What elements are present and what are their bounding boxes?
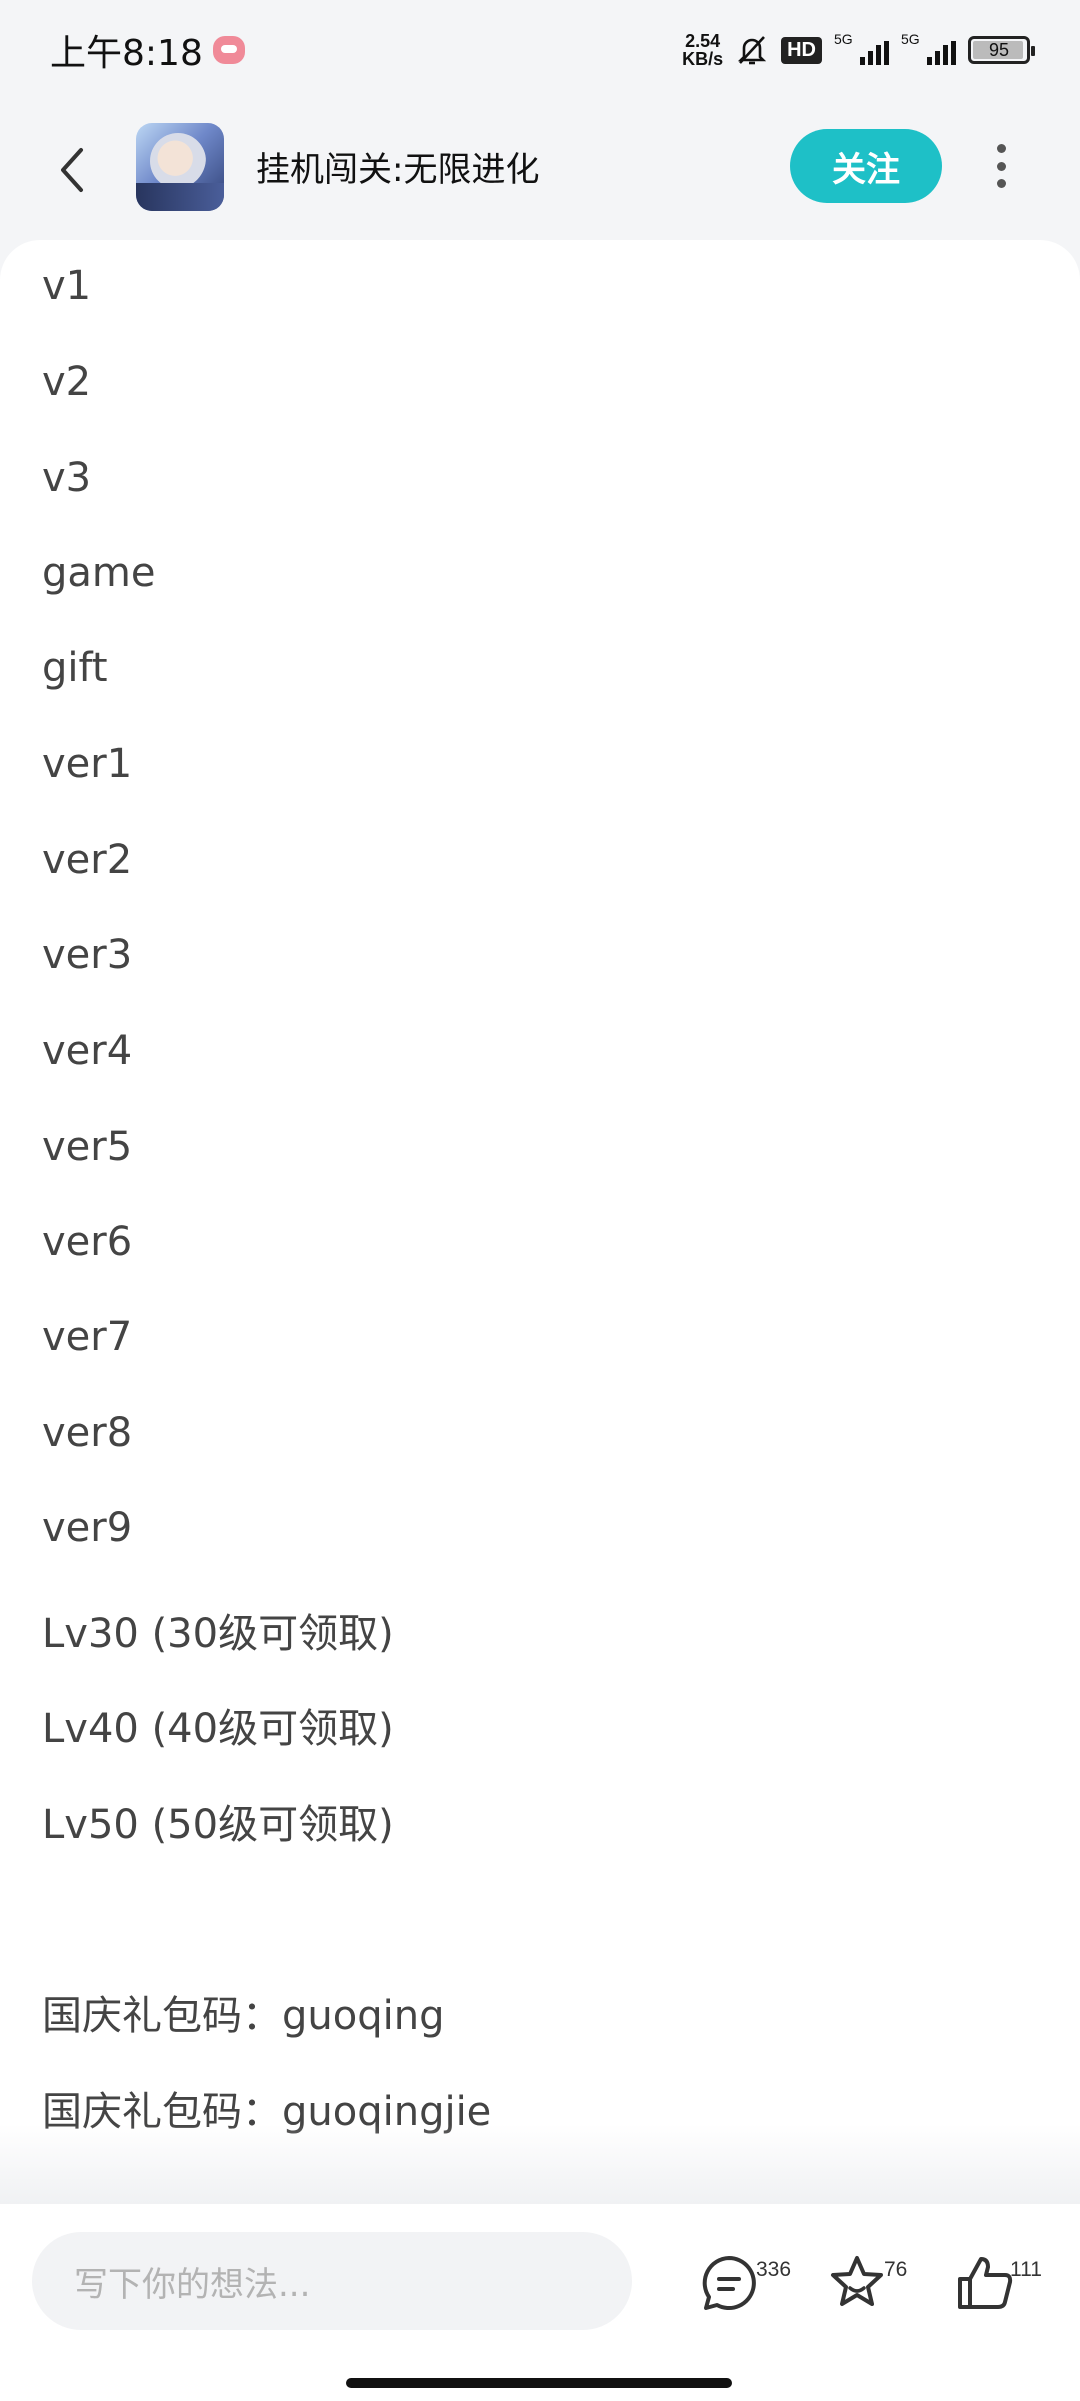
comment-input[interactable]: 写下你的想法...	[32, 2232, 632, 2330]
like-count: 111	[1010, 2258, 1042, 2281]
content-line: v2	[42, 359, 92, 405]
content-line: v1	[42, 263, 92, 309]
content-line: ver5	[42, 1124, 133, 1170]
comment-count: 336	[756, 2258, 792, 2281]
more-vertical-icon-dot	[996, 179, 1006, 188]
content-line: ver4	[42, 1028, 133, 1074]
more-vertical-icon-dot	[996, 161, 1006, 171]
status-right: 2.54 KB/s HD 5G 5G 95	[682, 31, 1035, 68]
content-line: ver3	[42, 932, 133, 978]
content-line: gift	[42, 645, 108, 691]
content-line: ver1	[42, 741, 133, 787]
more-button[interactable]	[986, 144, 1016, 188]
favorite-button[interactable]: 76	[826, 2242, 908, 2322]
content-line: v3	[42, 455, 92, 501]
notification-app-icon	[212, 36, 245, 64]
network-speed-value: 2.54	[685, 31, 721, 51]
battery-level: 95	[988, 39, 1010, 60]
network-speed-unit: KB/s	[682, 49, 724, 69]
post-content[interactable]: v1 v2 v3 game gift ver1 ver2 ver3 ver4 v…	[0, 240, 1080, 2204]
battery-icon: 95	[968, 36, 1035, 64]
content-line: ver7	[42, 1314, 133, 1360]
signal-2-label: 5G	[901, 31, 920, 47]
status-time: 上午8:18	[50, 33, 203, 74]
back-button[interactable]	[50, 140, 94, 200]
thumbs-up-icon	[958, 2257, 1013, 2309]
content-line: Lv30 (30级可领取)	[42, 1611, 394, 1657]
content-line: ver2	[42, 837, 133, 883]
game-title[interactable]: 挂机闯关:无限进化	[256, 142, 539, 191]
status-left: 上午8:18	[50, 24, 245, 76]
game-avatar[interactable]	[136, 123, 224, 211]
signal-icon-1: 5G	[834, 31, 889, 65]
comment-icon	[702, 2256, 756, 2310]
bell-muted-icon	[737, 36, 767, 65]
content-line: game	[42, 550, 156, 596]
hd-badge: HD	[781, 36, 822, 64]
like-button[interactable]: 111	[954, 2242, 1042, 2322]
content-line: Lv50 (50级可领取)	[42, 1802, 394, 1848]
comment-button[interactable]: 336	[698, 2242, 791, 2322]
more-vertical-icon-dot	[996, 144, 1006, 153]
content-line: ver8	[42, 1410, 133, 1456]
content-line: ver9	[42, 1505, 133, 1551]
bottom-action-bar: 写下你的想法... 336 76 111	[0, 2204, 1080, 2401]
favorite-count: 76	[884, 2258, 908, 2281]
status-bar: 上午8:18 2.54 KB/s HD 5G 5G 95	[0, 0, 1080, 100]
home-indicator[interactable]	[346, 2378, 732, 2388]
network-speed: 2.54 KB/s	[682, 32, 723, 68]
page-header: 挂机闯关:无限进化 关注	[0, 100, 1080, 240]
content-line: 国庆礼包码：guoqing	[42, 1993, 445, 2039]
follow-button[interactable]: 关注	[790, 129, 942, 203]
content-fade	[0, 2124, 1080, 2204]
content-line: ver6	[42, 1219, 133, 1265]
chevron-left-icon	[61, 148, 83, 192]
signal-1-label: 5G	[834, 31, 853, 47]
star-icon	[831, 2256, 883, 2306]
content-line: Lv40 (40级可领取)	[42, 1706, 394, 1752]
signal-icon-2: 5G	[901, 31, 956, 65]
